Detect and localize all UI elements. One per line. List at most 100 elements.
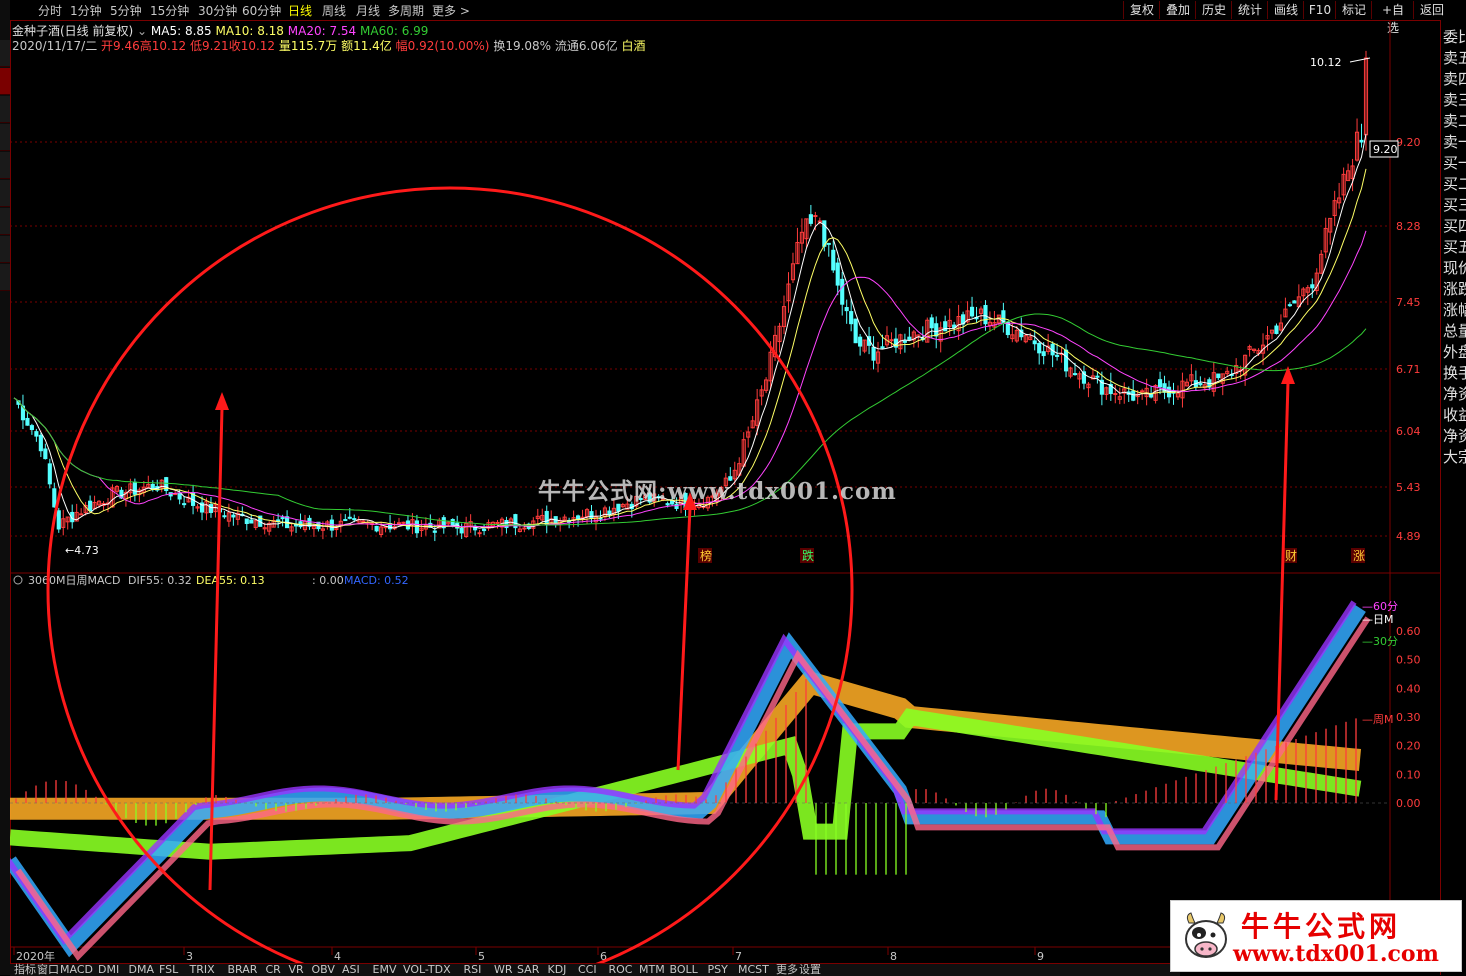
indicator-tab[interactable]: ROC: [609, 964, 633, 976]
f10-button[interactable]: F10: [1303, 1, 1336, 19]
left-tab[interactable]: [0, 208, 10, 235]
left-tab[interactable]: [0, 124, 10, 151]
price-tick-label: 7.45: [1396, 296, 1421, 309]
low-label: 低9.21: [189, 39, 229, 53]
ma20-label: MA20: 7.54: [287, 24, 357, 38]
indicator-tab[interactable]: BRAR: [228, 964, 258, 976]
tf-more[interactable]: 更多 >: [432, 2, 470, 19]
candle-body: [56, 510, 61, 530]
indicator-tab[interactable]: RSI: [464, 964, 482, 976]
macd-legend-item: DIF55: 0.32: [128, 574, 192, 587]
volume-label: 量115.7万: [278, 39, 338, 53]
indicator-tab[interactable]: WR: [494, 964, 513, 976]
tf-5min[interactable]: 5分钟: [110, 2, 142, 19]
candle-body: [1198, 383, 1203, 386]
change-label: 幅0.92(10.00%): [395, 39, 490, 53]
tf-daily[interactable]: 日线: [288, 2, 312, 19]
indicator-tab[interactable]: SAR: [517, 964, 539, 976]
candle-body: [934, 323, 939, 337]
indicator-tab[interactable]: MCST: [738, 964, 769, 976]
indicator-tab[interactable]: BOLL: [670, 964, 698, 976]
candle-body: [1310, 284, 1315, 289]
indicator-tab[interactable]: OBV: [312, 964, 335, 976]
quote-field-label: 收益: [1443, 406, 1466, 424]
indicator-tab[interactable]: KDJ: [548, 964, 567, 976]
time-tick-label: 5: [478, 950, 485, 963]
indicator-tab[interactable]: CCI: [578, 964, 597, 976]
tf-monthly[interactable]: 月线: [356, 2, 380, 19]
add-favorite-button[interactable]: +自选: [1371, 1, 1414, 35]
indicator-tab[interactable]: PSY: [708, 964, 728, 976]
left-tab[interactable]: [0, 40, 10, 67]
candle-body: [352, 518, 357, 521]
indicator-tab[interactable]: 指标: [14, 964, 36, 976]
tf-60min[interactable]: 60分钟: [242, 2, 281, 19]
restore-rights-button[interactable]: 复权: [1123, 1, 1160, 19]
quote-field-label: 总量: [1443, 322, 1466, 340]
indicator-tab[interactable]: DMI: [98, 964, 119, 976]
candle-body: [52, 488, 57, 508]
time-tick-label: 2020年: [16, 949, 55, 963]
indicator-tab[interactable]: MTM: [639, 964, 665, 976]
quote-field-label: 外盘: [1443, 343, 1466, 361]
left-tab-active[interactable]: [0, 68, 10, 95]
quote-field-label: 卖四: [1443, 70, 1466, 88]
sector-label[interactable]: 白酒: [621, 39, 645, 53]
statistics-button[interactable]: 统计: [1231, 1, 1268, 19]
candle-body: [1157, 379, 1163, 388]
left-tab[interactable]: [0, 264, 10, 291]
macd-line-label: —30分: [1362, 635, 1398, 648]
logo-title: 牛牛公式网: [1241, 910, 1402, 943]
candle-body: [853, 318, 858, 344]
indicator-tab[interactable]: 更多: [776, 964, 798, 976]
candle-body: [831, 249, 836, 271]
tf-15min[interactable]: 15分钟: [150, 2, 189, 19]
time-tick-label: 8: [890, 950, 897, 963]
candle-body: [1140, 390, 1145, 393]
candle-body: [231, 514, 236, 518]
left-tab[interactable]: [0, 152, 10, 179]
candle-body: [401, 521, 406, 524]
tf-1min[interactable]: 1分钟: [70, 2, 102, 19]
ohlc-info-line: 2020/11/17/二 开9.46高10.12 低9.21收10.12 量11…: [12, 37, 645, 54]
event-marker: 榜: [700, 548, 712, 563]
candle-body: [182, 503, 187, 506]
tf-30min[interactable]: 30分钟: [198, 2, 237, 19]
indicator-tab[interactable]: VR: [289, 964, 304, 976]
left-tab[interactable]: [0, 96, 10, 123]
indicator-tab[interactable]: TRIX: [190, 964, 215, 976]
history-button[interactable]: 历史: [1195, 1, 1232, 19]
tf-multi[interactable]: 多周期: [388, 2, 424, 19]
indicator-tab[interactable]: ASI: [342, 964, 360, 976]
candle-body: [902, 340, 907, 343]
left-tab[interactable]: [0, 236, 10, 263]
indicator-tab[interactable]: CR: [266, 964, 281, 976]
quote-field-label: 卖二: [1443, 112, 1466, 130]
candle-body: [1131, 390, 1136, 401]
period-toolbar: 分时 1分钟 5分钟 15分钟 30分钟 60分钟 日线 周线 月线 多周期 更…: [10, 0, 1466, 35]
price-tick-label: 6.04: [1396, 425, 1421, 438]
tf-weekly[interactable]: 周线: [322, 2, 346, 19]
overlay-button[interactable]: 叠加: [1159, 1, 1196, 19]
indicator-tab[interactable]: 窗口: [37, 964, 59, 976]
collapse-icon[interactable]: ⌄: [137, 24, 147, 38]
quote-field-label: 大宗: [1443, 448, 1466, 466]
draw-line-button[interactable]: 画线: [1267, 1, 1304, 19]
mark-button[interactable]: 标记: [1335, 1, 1372, 19]
back-button[interactable]: 返回: [1413, 1, 1450, 19]
macd-legend-item: MACD: 0.52: [344, 574, 409, 587]
candle-body: [29, 425, 34, 430]
candle-body: [1287, 304, 1292, 307]
indicator-tab[interactable]: VOL-TDX: [403, 964, 451, 976]
candle-body: [889, 339, 894, 342]
macd-line-label: —60分: [1362, 600, 1398, 613]
indicator-tab[interactable]: FSL: [159, 964, 178, 976]
indicator-tab[interactable]: 设置: [799, 964, 821, 976]
tf-fenshi[interactable]: 分时: [38, 2, 62, 19]
macd-tick-label: 0.00: [1396, 797, 1421, 810]
indicator-tab[interactable]: EMV: [373, 964, 397, 976]
left-tab[interactable]: [0, 180, 10, 207]
indicator-tab[interactable]: MACD: [60, 964, 93, 976]
last-price-label: 9.20: [1373, 143, 1398, 156]
indicator-tab[interactable]: DMA: [129, 964, 155, 976]
